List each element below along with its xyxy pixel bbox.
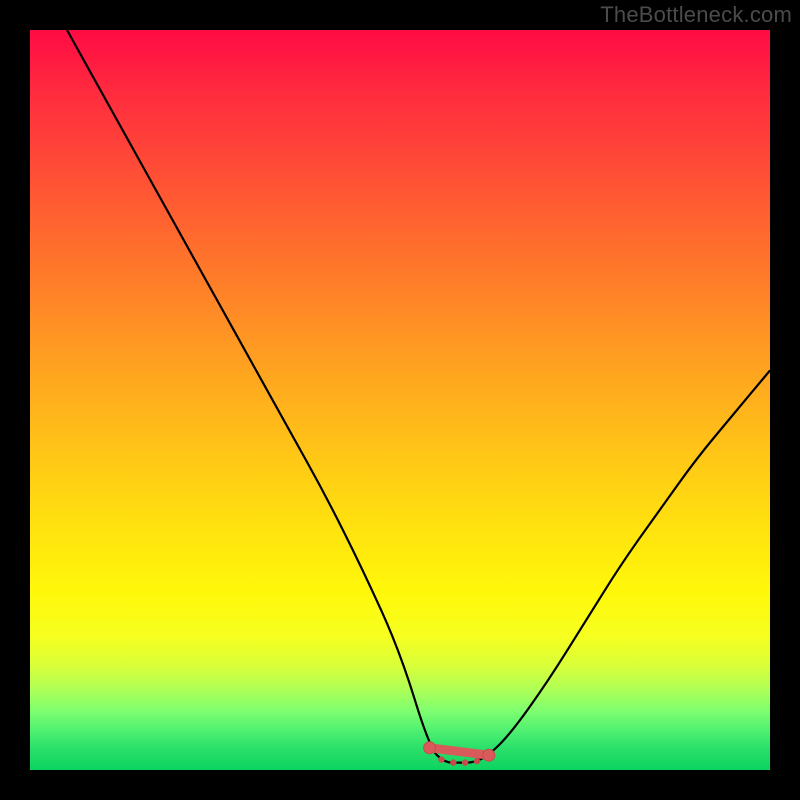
marker-endpoint <box>424 742 436 754</box>
marker-dot <box>450 759 456 765</box>
marker-dot <box>438 756 444 762</box>
bottleneck-curve-path <box>67 30 770 763</box>
marker-dot <box>462 759 468 765</box>
marker-dot <box>474 758 480 764</box>
marker-connector <box>430 748 489 755</box>
marker-endpoint <box>483 749 495 761</box>
bottleneck-curve-svg <box>30 30 770 770</box>
chart-container: TheBottleneck.com <box>0 0 800 800</box>
plot-area <box>30 30 770 770</box>
watermark-text: TheBottleneck.com <box>600 2 792 28</box>
